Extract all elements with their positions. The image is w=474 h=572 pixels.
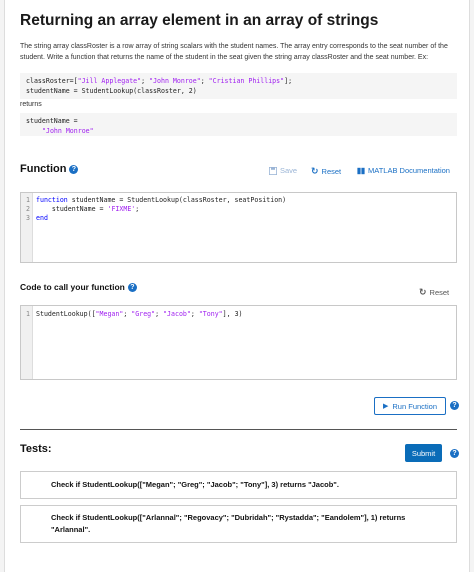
reset-icon: ↻ xyxy=(419,287,427,297)
string-literal: "Jacob" xyxy=(163,310,191,318)
output-line-2: "John Monroe" xyxy=(42,126,94,135)
keyword: function xyxy=(36,196,68,204)
help-icon[interactable]: ? xyxy=(69,164,79,174)
play-icon: ▶ xyxy=(383,403,389,410)
save-icon xyxy=(269,166,277,175)
code-segment: ; xyxy=(135,205,140,213)
help-icon[interactable]: ? xyxy=(127,283,137,293)
code-text: function studentName = StudentLookup(cla… xyxy=(33,196,286,205)
run-label: Run Function xyxy=(392,401,437,411)
string-literal: "Megan" xyxy=(95,310,124,318)
code-segment: ], 3) xyxy=(222,310,243,318)
code-segment: studentName = xyxy=(36,205,108,213)
example-output: studentName = "John Monroe" xyxy=(20,113,457,136)
example-line-2: studentName = StudentLookup(classRoster,… xyxy=(26,86,197,95)
example-string: "Jill Applegate" xyxy=(77,77,142,85)
line-number: 1 xyxy=(26,310,30,318)
divider xyxy=(20,429,457,430)
line-number: 3 xyxy=(26,214,30,222)
reset-icon: ↻ xyxy=(311,166,319,176)
test-case: Check if StudentLookup(["Megan"; "Greg";… xyxy=(20,471,457,499)
page-title: Returning an array element in an array o… xyxy=(20,12,379,29)
string-literal: "Tony" xyxy=(198,310,223,318)
code-segment: ; xyxy=(190,310,199,318)
help-icon[interactable]: ? xyxy=(450,401,459,410)
docs-label: MATLAB Documentation xyxy=(368,166,450,175)
run-function-button[interactable]: ▶ Run Function xyxy=(374,397,446,415)
example-string: "John Monroe" xyxy=(149,77,201,85)
matlab-docs-link[interactable]: MATLAB Documentation xyxy=(357,166,450,175)
code-line: 2 studentName = 'FIXME'; xyxy=(21,205,456,214)
save-button[interactable]: Save xyxy=(269,166,297,175)
string-literal: "Greg" xyxy=(131,310,156,318)
code-text: studentName = 'FIXME'; xyxy=(33,205,139,214)
example-prefix: classRoster=[ xyxy=(26,77,78,85)
function-editor[interactable]: 1 function studentName = StudentLookup(cl… xyxy=(20,192,457,263)
page: Returning an array element in an array o… xyxy=(4,0,470,572)
code-segment: ; xyxy=(155,310,164,318)
code-line: 1 StudentLookup(["Megan"; "Greg"; "Jacob"… xyxy=(21,310,456,319)
string-literal: 'FIXME' xyxy=(107,205,136,213)
tests-heading: Tests: xyxy=(20,443,52,455)
function-heading: Function? xyxy=(20,163,79,175)
reset-label: Reset xyxy=(321,167,342,176)
example-sep: ; xyxy=(141,77,150,85)
line-number: 2 xyxy=(26,205,30,213)
save-label: Save xyxy=(280,166,298,175)
line-number: 1 xyxy=(26,196,30,204)
code-line: 3 end xyxy=(21,214,456,223)
problem-description: The string array classRoster is a row ar… xyxy=(20,43,448,61)
code-segment: StudentLookup([ xyxy=(36,310,96,318)
book-icon xyxy=(357,167,365,174)
call-heading: Code to call your function? xyxy=(20,282,137,293)
function-heading-text: Function xyxy=(20,163,67,175)
example-code: classRoster=["Jill Applegate"; "John Mon… xyxy=(20,73,457,99)
example-sep: ; xyxy=(200,77,209,85)
call-heading-text: Code to call your function xyxy=(20,282,125,292)
help-icon[interactable]: ? xyxy=(450,449,459,458)
call-reset-button[interactable]: ↻ Reset xyxy=(419,287,449,298)
code-line: 1 function studentName = StudentLookup(cl… xyxy=(21,196,456,205)
code-segment: studentName = StudentLookup(classRoster,… xyxy=(67,196,287,204)
output-line-1: studentName = xyxy=(26,117,78,125)
test-case: Check if StudentLookup(["Arlannal"; "Reg… xyxy=(20,505,457,543)
returns-label: returns xyxy=(20,101,42,108)
code-text: end xyxy=(33,214,48,223)
reset-label: Reset xyxy=(429,288,450,297)
function-reset-button[interactable]: ↻ Reset xyxy=(311,166,341,177)
example-suffix: ]; xyxy=(284,77,293,85)
example-string: "Cristian Phillips" xyxy=(208,77,285,85)
keyword: end xyxy=(36,214,48,222)
submit-button[interactable]: Submit xyxy=(405,444,442,462)
example-line-1: classRoster=["Jill Applegate"; "John Mon… xyxy=(26,77,451,87)
code-text: StudentLookup(["Megan"; "Greg"; "Jacob";… xyxy=(33,310,243,319)
call-editor[interactable]: 1 StudentLookup(["Megan"; "Greg"; "Jacob"… xyxy=(20,305,457,380)
